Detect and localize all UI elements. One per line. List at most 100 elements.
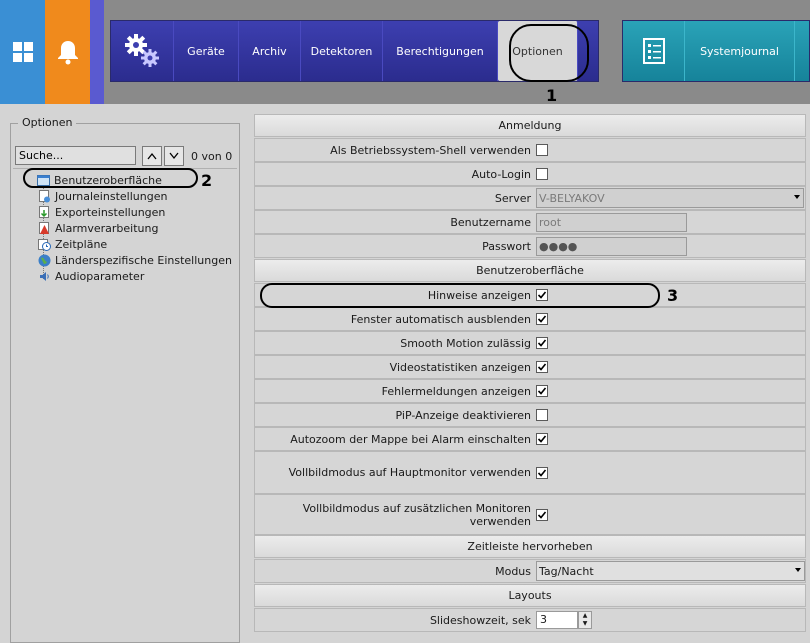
- row-fullscreen-main: Vollbildmodus auf Hauptmonitor verwenden: [254, 451, 806, 494]
- errors-checkbox[interactable]: [536, 385, 548, 397]
- nav-detektoren[interactable]: Detektoren: [301, 21, 383, 81]
- slideshow-label: Slideshowzeit, sek: [429, 613, 531, 627]
- options-tree: Benutzeroberfläche Journaleinstellungen …: [13, 168, 237, 638]
- callout-number-3: 3: [667, 286, 679, 305]
- autohide-checkbox[interactable]: [536, 313, 548, 325]
- videostats-label: Videostatistiken anzeigen: [389, 360, 531, 374]
- alarm-icon: [39, 221, 49, 234]
- row-username: Benutzername: [254, 210, 806, 234]
- gears-icon: [125, 34, 159, 67]
- callout-ring-2: [23, 168, 198, 188]
- server-value: V-BELYAKOV: [539, 191, 605, 205]
- export-icon: [39, 205, 49, 218]
- callout-number-2: 2: [201, 171, 213, 190]
- audio-icon: [40, 271, 49, 281]
- checklist-icon: [642, 38, 665, 64]
- nav-archiv[interactable]: Archiv: [239, 21, 301, 81]
- username-label: Benutzername: [450, 215, 531, 229]
- row-shell: Als Betriebssystem-Shell verwenden: [254, 138, 806, 162]
- search-input[interactable]: [15, 146, 136, 165]
- fullscreen-main-label: Vollbildmodus auf Hauptmonitor verwenden: [288, 466, 531, 479]
- server-select[interactable]: V-BELYAKOV: [536, 188, 804, 208]
- tree-item-exporteinstellungen[interactable]: Exporteinstellungen: [38, 204, 165, 220]
- windows-icon: [12, 42, 33, 62]
- nav-systemjournal[interactable]: Systemjournal: [685, 21, 795, 81]
- journal-settings-icon: [39, 189, 50, 202]
- server-label: Server: [494, 191, 531, 205]
- row-modus: Modus Tag/Nacht: [254, 559, 806, 583]
- dropdown-arrow-icon: [794, 195, 800, 199]
- username-field[interactable]: [536, 212, 687, 232]
- settings-nav-button[interactable]: [111, 21, 174, 81]
- password-field[interactable]: ●●●●: [536, 236, 687, 256]
- stepper-up-icon[interactable]: ▲: [579, 612, 591, 620]
- checkmark-icon: [537, 387, 547, 395]
- section-anmeldung: Anmeldung: [254, 114, 806, 137]
- tree-item-label: Alarmverarbeitung: [55, 221, 159, 235]
- smooth-checkbox[interactable]: [536, 337, 548, 349]
- chevron-up-icon: [147, 152, 157, 160]
- search-next-button[interactable]: [164, 146, 184, 166]
- checkmark-icon: [537, 315, 547, 323]
- journal-nav-group: Systemjournal: [622, 20, 810, 82]
- tree-item-journaleinstellungen[interactable]: Journaleinstellungen: [38, 188, 167, 204]
- tree-item-zeitplaene[interactable]: Zeitpläne: [38, 236, 107, 252]
- callout-number-1: 1: [546, 86, 558, 105]
- autozoom-label: Autozoom der Mappe bei Alarm einschalten: [290, 432, 531, 446]
- slideshow-stepper[interactable]: 3 ▲ ▼: [536, 611, 592, 629]
- callout-ring-3: [260, 283, 660, 308]
- autozoom-checkbox[interactable]: [536, 433, 548, 445]
- notifications-tile[interactable]: [45, 0, 90, 104]
- checkmark-icon: [537, 363, 547, 371]
- callout-ring-1: [509, 24, 589, 82]
- fullscreen-main-checkbox[interactable]: [536, 466, 548, 479]
- nav-berechtigungen[interactable]: Berechtigungen: [383, 21, 498, 81]
- journal-icon-button[interactable]: [623, 21, 685, 81]
- slideshow-value[interactable]: 3: [536, 611, 578, 629]
- shell-label: Als Betriebssystem-Shell verwenden: [330, 143, 531, 157]
- row-pip: PiP-Anzeige deaktivieren: [254, 403, 806, 427]
- autologin-checkbox[interactable]: [536, 168, 548, 180]
- schedule-icon: [38, 238, 51, 251]
- globe-icon: [38, 254, 51, 266]
- password-label: Passwort: [482, 239, 531, 253]
- videostats-checkbox[interactable]: [536, 361, 548, 373]
- stepper-down-icon[interactable]: ▼: [579, 620, 591, 628]
- tree-item-label: Länderspezifische Einstellungen: [55, 253, 232, 267]
- shell-checkbox[interactable]: [536, 144, 548, 156]
- nav-geraete[interactable]: Geräte: [174, 21, 239, 81]
- windows-tile[interactable]: [0, 0, 45, 104]
- checkmark-icon: [537, 339, 547, 347]
- section-benutzeroberflaeche: Benutzeroberfläche: [254, 259, 806, 282]
- dropdown-arrow-icon: [795, 568, 801, 572]
- tree-item-audioparameter[interactable]: Audioparameter: [38, 268, 144, 284]
- autohide-label: Fenster automatisch ausblenden: [350, 312, 531, 326]
- row-slideshow: Slideshowzeit, sek 3 ▲ ▼: [254, 608, 806, 632]
- tree-item-label: Audioparameter: [55, 269, 145, 283]
- row-autologin: Auto-Login: [254, 162, 806, 186]
- tree-item-alarmverarbeitung[interactable]: Alarmverarbeitung: [38, 220, 158, 236]
- fullscreen-extra-checkbox[interactable]: [536, 508, 548, 521]
- smooth-label: Smooth Motion zulässig: [400, 336, 531, 350]
- section-zeitleiste: Zeitleiste hervorheben: [254, 535, 806, 558]
- modus-value: Tag/Nacht: [539, 564, 594, 578]
- row-errors: Fehlermeldungen anzeigen: [254, 379, 806, 403]
- options-panel-title: Optionen: [18, 116, 77, 129]
- tree-item-laenderspezifische-einstellungen[interactable]: Länderspezifische Einstellungen: [38, 252, 232, 268]
- row-smooth-motion: Smooth Motion zulässig: [254, 331, 806, 355]
- stepper-arrows[interactable]: ▲ ▼: [578, 611, 592, 629]
- fullscreen-extra-label: Vollbildmodus auf zusätzlichen Monitoren…: [302, 501, 531, 528]
- search-prev-button[interactable]: [142, 146, 162, 166]
- tree-item-label: Zeitpläne: [55, 237, 108, 251]
- errors-label: Fehlermeldungen anzeigen: [381, 384, 531, 398]
- pip-checkbox[interactable]: [536, 409, 548, 421]
- row-server: Server V-BELYAKOV: [254, 186, 806, 210]
- checkmark-icon: [537, 468, 547, 477]
- bell-icon: [57, 41, 78, 65]
- tree-item-label: Exporteinstellungen: [55, 205, 166, 219]
- modus-select[interactable]: Tag/Nacht: [536, 561, 805, 581]
- search-result-count: 0 von 0: [191, 150, 233, 163]
- row-autozoom: Autozoom der Mappe bei Alarm einschalten: [254, 427, 806, 451]
- settings-grid: Anmeldung Als Betriebssystem-Shell verwe…: [254, 114, 806, 639]
- row-videostats: Videostatistiken anzeigen: [254, 355, 806, 379]
